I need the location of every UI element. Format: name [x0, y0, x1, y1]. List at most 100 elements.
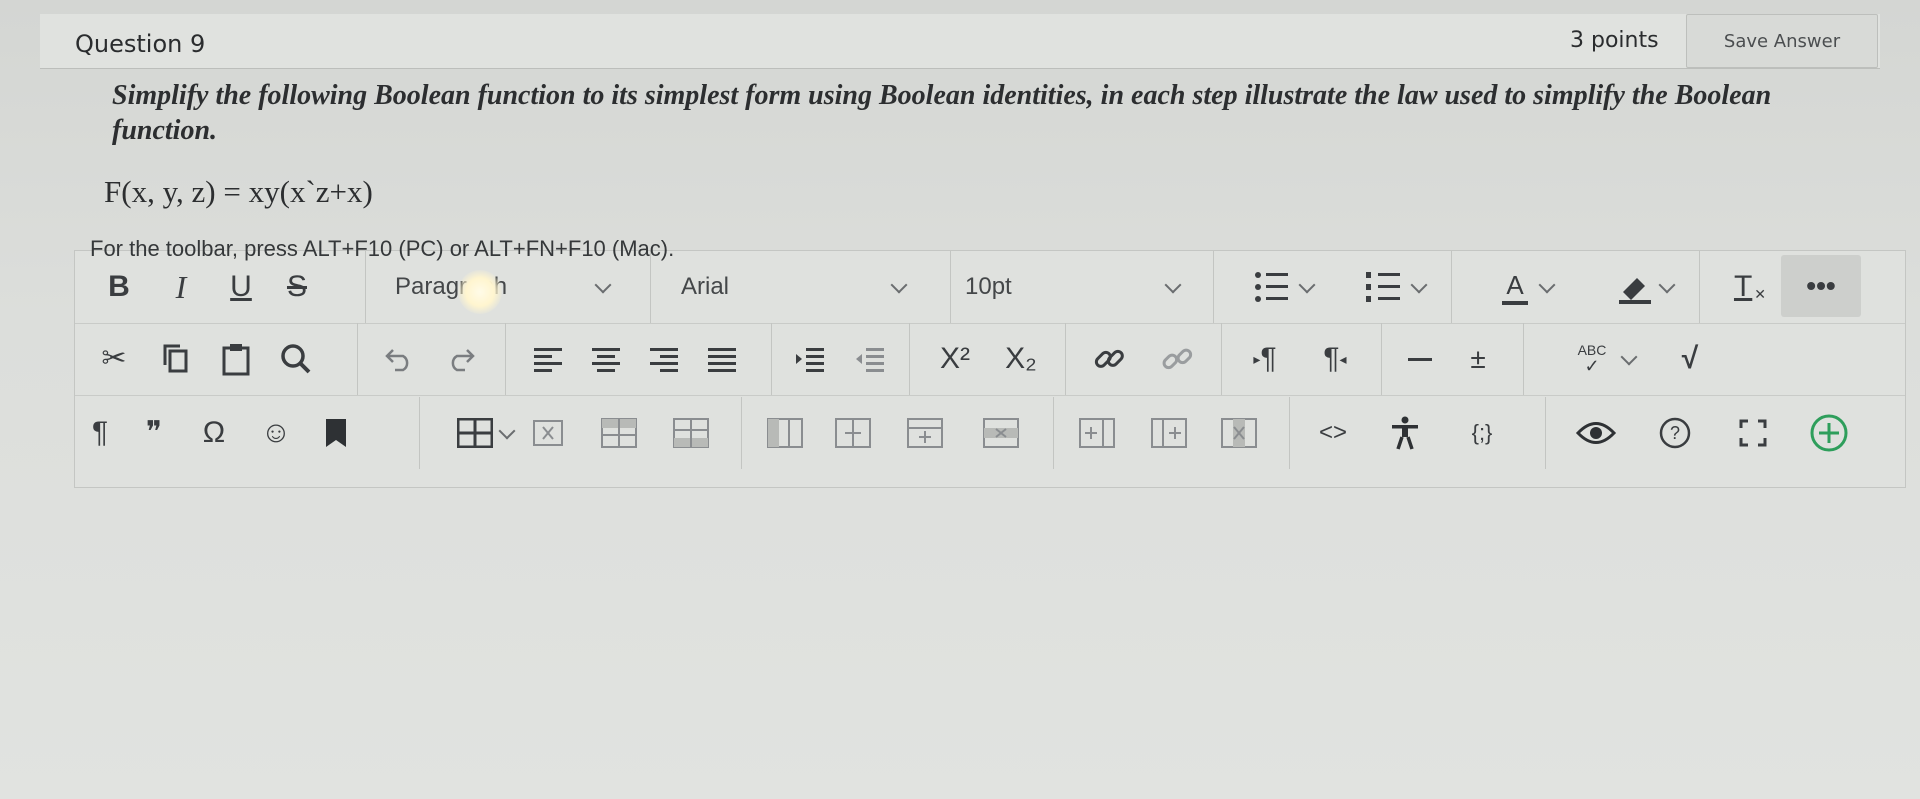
add-content-button[interactable]	[1799, 397, 1859, 469]
link-icon	[1094, 349, 1124, 368]
eye-icon	[1576, 422, 1616, 444]
more-options-button[interactable]: •••	[1781, 255, 1861, 317]
table-row-insert-button[interactable]	[895, 397, 955, 469]
spellcheck-label: ABC	[1577, 342, 1607, 358]
bookmark-icon	[326, 419, 346, 447]
align-left-button[interactable]	[523, 323, 573, 395]
font-family-dropdown[interactable]: Arial	[667, 251, 917, 323]
table-col-insert-right-button[interactable]	[1067, 397, 1127, 469]
find-button[interactable]	[271, 323, 321, 395]
toolbar-row-2: ✂ X² X₂ ▸ ¶ ¶ ◂ ± ABC ✓ √	[75, 323, 1905, 396]
separator	[419, 397, 420, 469]
boolean-function: F(x, y, z) = xy(x`z+x)	[104, 174, 373, 209]
chevron-down-icon	[1298, 276, 1316, 294]
preview-button[interactable]	[1561, 397, 1631, 469]
blockquote-button[interactable]: ❞	[129, 397, 179, 469]
bullet-list-icon	[1255, 272, 1288, 302]
code-sample-button[interactable]: {;}	[1447, 397, 1517, 469]
font-family-dropdown-label: Arial	[681, 273, 730, 300]
superscript-button[interactable]: X²	[925, 323, 985, 395]
table-row-delete-icon	[983, 418, 1019, 448]
align-right-button[interactable]	[639, 323, 689, 395]
bullet-list-button[interactable]	[1225, 251, 1325, 323]
table-row-delete-button[interactable]	[971, 397, 1031, 469]
delete-table-button[interactable]	[523, 397, 573, 469]
align-center-button[interactable]	[581, 323, 631, 395]
bookmark-button[interactable]	[311, 397, 361, 469]
justify-icon	[708, 348, 736, 372]
toolbar-hint: For the toolbar, press ALT+F10 (PC) or A…	[90, 236, 675, 261]
emoticon-button[interactable]: ☺	[251, 397, 301, 469]
spellcheck-button[interactable]: ABC ✓	[1537, 323, 1647, 395]
font-size-dropdown[interactable]: 10pt	[951, 251, 1191, 323]
highlight-color-button[interactable]	[1585, 251, 1685, 323]
rich-text-editor: B I U S Paragraph Arial 10pt A T ✕ ••• ✂…	[74, 250, 1906, 488]
font-size-dropdown-label: 10pt	[965, 273, 1012, 300]
ltr-direction-button[interactable]: ▸ ¶	[1235, 323, 1295, 395]
redo-button[interactable]	[435, 323, 485, 395]
table-col-insert-left-button[interactable]	[1139, 397, 1199, 469]
spellcheck-icon: ABC ✓	[1578, 343, 1607, 375]
question-text: Simplify the following Boolean function …	[112, 80, 1772, 146]
separator	[741, 397, 742, 469]
table-col-after-button[interactable]	[823, 397, 883, 469]
table-row-after-button[interactable]	[661, 397, 721, 469]
text-color-button[interactable]: A	[1465, 251, 1565, 323]
cut-button[interactable]: ✂	[89, 323, 139, 395]
clear-formatting-button[interactable]: T ✕	[1715, 251, 1785, 323]
align-left-icon	[534, 348, 562, 372]
arrow-right-icon: ▸	[1253, 351, 1261, 367]
text-color-icon: A	[1502, 270, 1528, 305]
separator	[1213, 251, 1214, 323]
insert-link-button[interactable]	[1079, 323, 1139, 395]
horizontal-line-button[interactable]	[1395, 323, 1445, 395]
help-icon: ?	[1659, 417, 1691, 449]
numbered-list-button[interactable]	[1337, 251, 1437, 323]
screen-glare	[458, 270, 502, 314]
fullscreen-button[interactable]	[1723, 397, 1783, 469]
insert-math-button[interactable]: √	[1655, 323, 1725, 395]
chevron-down-icon	[1164, 276, 1182, 294]
outdent-icon	[856, 348, 884, 372]
outdent-button[interactable]	[845, 323, 895, 395]
copy-icon	[163, 344, 188, 373]
indent-button[interactable]	[785, 323, 835, 395]
toolbar-row-3: ¶ ❞ Ω ☺ <> {;} ?	[75, 397, 1905, 469]
separator	[1451, 251, 1452, 323]
horizontal-line-icon	[1408, 357, 1432, 361]
chevron-down-icon	[1538, 276, 1556, 294]
special-character-button[interactable]: Ω	[189, 397, 239, 469]
paste-button[interactable]	[211, 323, 261, 395]
accessibility-button[interactable]	[1375, 397, 1435, 469]
save-answer-button[interactable]: Save Answer	[1686, 14, 1878, 68]
chevron-down-icon	[1410, 276, 1428, 294]
ellipsis-icon: •••	[1806, 270, 1836, 301]
subscript-button[interactable]: X₂	[991, 323, 1051, 395]
remove-link-button[interactable]	[1147, 323, 1207, 395]
smiley-icon: ☺	[260, 416, 292, 449]
table-col-before-button[interactable]	[755, 397, 815, 469]
insert-table-button[interactable]	[435, 397, 516, 469]
accessibility-icon	[1392, 416, 1418, 450]
square-root-icon: √	[1681, 342, 1699, 375]
table-col-delete-button[interactable]	[1209, 397, 1269, 469]
separator	[357, 323, 358, 395]
justify-button[interactable]	[697, 323, 747, 395]
table-column-insert-icon	[835, 418, 871, 448]
help-button[interactable]: ?	[1645, 397, 1705, 469]
question-header: Question 9 3 points Save Answer	[40, 14, 1880, 69]
plus-minus-button[interactable]: ±	[1453, 323, 1503, 395]
show-blocks-button[interactable]: ¶	[75, 397, 125, 469]
table-row-before-button[interactable]	[589, 397, 649, 469]
svg-text:?: ?	[1670, 423, 1680, 443]
code-button[interactable]: <>	[1303, 397, 1363, 469]
chevron-down-icon	[594, 276, 612, 294]
numbered-list-icon	[1366, 272, 1400, 302]
separator	[1065, 323, 1066, 395]
separator	[1523, 323, 1524, 395]
clipboard-icon	[222, 344, 250, 376]
undo-button[interactable]	[375, 323, 425, 395]
rtl-direction-button[interactable]: ¶ ◂	[1305, 323, 1365, 395]
separator	[1221, 323, 1222, 395]
copy-button[interactable]	[151, 323, 201, 395]
